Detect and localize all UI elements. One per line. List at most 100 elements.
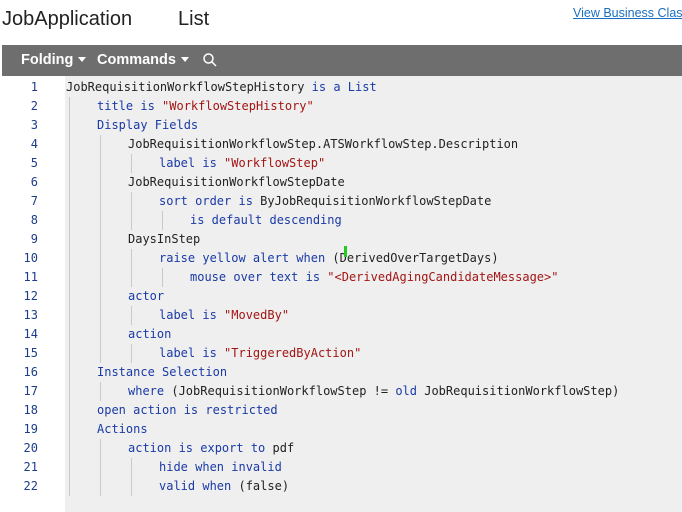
code-keyword: action is export to [128,441,273,455]
code-identifier: (JobRequisitionWorkflowStep != [171,384,396,398]
code-identifier: JobRequisitionWorkflowStepHistory [66,80,305,94]
page-header: JobApplication List View Business Clas [0,0,682,44]
indent-guide [131,306,132,325]
line-number: 14 [23,327,38,341]
code-string: "<DerivedAgingCandidateMessage>" [327,270,559,284]
line-number-gutter: 1 2 3 4 5 6 7 8 9 10 11 12 13 14 15 16 17 18 19 20 21 22 [0,76,65,512]
line-number: 6 [30,175,38,189]
code-line: where (JobRequisitionWorkflowStep != old… [128,382,619,401]
code-line: JobRequisitionWorkflowStepDate [128,173,345,192]
code-identifier: (false) [238,479,290,493]
code-area[interactable]: JobRequisitionWorkflowStepHistory is a L… [65,76,682,512]
code-line: Display Fields [97,116,198,135]
code-keyword: valid when [159,479,239,493]
line-number: 2 [30,99,38,113]
code-line: JobRequisitionWorkflowStep.ATSWorkflowSt… [128,135,518,154]
code-line: DaysInStep [128,230,200,249]
line-number: 7 [30,194,38,208]
line-number: 16 [23,365,38,379]
code-line: hide when invalid [159,458,282,477]
chevron-down-icon [78,56,87,62]
code-keyword: open action is restricted [97,403,278,417]
chevron-down-icon [180,56,189,62]
indent-guide [100,135,101,363]
code-keyword: sort order is [159,194,261,208]
line-number: 5 [30,156,38,170]
code-keyword: title is [97,99,163,113]
indent-guide [131,458,132,496]
folding-menu-button[interactable]: Folding [21,45,87,76]
line-number: 21 [23,460,38,474]
code-keyword: hide when invalid [159,460,282,474]
code-keyword: label is [159,156,225,170]
indent-guide [162,268,163,287]
code-string: "WorkflowStepHistory" [162,99,314,113]
line-number: 22 [23,479,38,493]
commands-menu-button[interactable]: Commands [97,45,189,76]
folding-label: Folding [21,52,74,68]
text-cursor [344,246,347,257]
code-keyword: is default descending [190,213,342,227]
line-number: 9 [30,232,38,246]
code-line: JobRequisitionWorkflowStepHistory is a L… [66,78,377,97]
indent-guide [131,192,132,230]
code-identifier: JobRequisitionWorkflowStep.ATSWorkflowSt… [128,137,519,151]
code-keyword: where [128,384,172,398]
code-line: actor [128,287,164,306]
code-editor[interactable]: 1 2 3 4 5 6 7 8 9 10 11 12 13 14 15 16 17 18 19 20 21 22 JobR… [0,76,682,512]
code-line: mouse over text is "<DerivedAgingCandida… [190,268,558,287]
code-string: "TriggeredByAction" [224,346,362,360]
code-line: label is "TriggeredByAction" [159,344,361,363]
code-line: raise yellow alert when (DerivedOverTarg… [159,249,499,268]
code-line: Actions [97,420,148,439]
code-keyword: action [128,327,172,341]
indent-guide [131,249,132,287]
code-string: "MovedBy" [224,308,290,322]
line-number: 12 [23,289,38,303]
page-subtitle: List [178,8,210,30]
indent-guide [100,382,101,401]
code-identifier: JobRequisitionWorkflowStep) [424,384,620,398]
line-number: 8 [30,213,38,227]
code-line: open action is restricted [97,401,278,420]
line-number: 15 [23,346,38,360]
code-keyword: raise yellow alert when [159,251,333,265]
indent-guide [131,154,132,173]
line-number: 10 [23,251,38,265]
code-line: valid when (false) [159,477,289,496]
code-identifier: (DerivedOverTargetDays) [332,251,499,265]
code-line: sort order is ByJobRequisitionWorkflowSt… [159,192,491,211]
code-keyword: label is [159,346,225,360]
line-number: 1 [30,80,38,94]
view-business-class-link[interactable]: View Business Clas [573,6,682,20]
line-number: 4 [30,137,38,151]
editor-toolbar: Folding Commands [2,45,682,76]
code-line: action [128,325,171,344]
page-title: JobApplication [2,8,133,30]
code-keyword: old [395,384,425,398]
code-identifier: JobRequisitionWorkflowStepDate [128,175,345,189]
search-icon[interactable] [202,52,218,68]
code-string: "WorkflowStep" [224,156,326,170]
code-line: is default descending [190,211,342,230]
indent-guide [162,211,163,230]
code-keyword: Instance Selection [97,365,228,379]
code-identifier: pdf [272,441,295,455]
code-line: Instance Selection [97,363,227,382]
code-keyword: is a List [304,80,377,94]
indent-guide [131,344,132,363]
commands-label: Commands [97,52,176,68]
code-line: label is "MovedBy" [159,306,289,325]
indent-guide [69,97,70,496]
line-number: 19 [23,422,38,436]
code-line: label is "WorkflowStep" [159,154,325,173]
code-keyword: actor [128,289,165,303]
indent-guide [100,439,101,496]
line-number: 20 [23,441,38,455]
code-keyword: Display Fields [97,118,199,132]
code-line: title is "WorkflowStepHistory" [97,97,314,116]
code-keyword: label is [159,308,225,322]
code-keyword: mouse over text is [190,270,328,284]
code-keyword: Actions [97,422,148,436]
line-number: 3 [30,118,38,132]
